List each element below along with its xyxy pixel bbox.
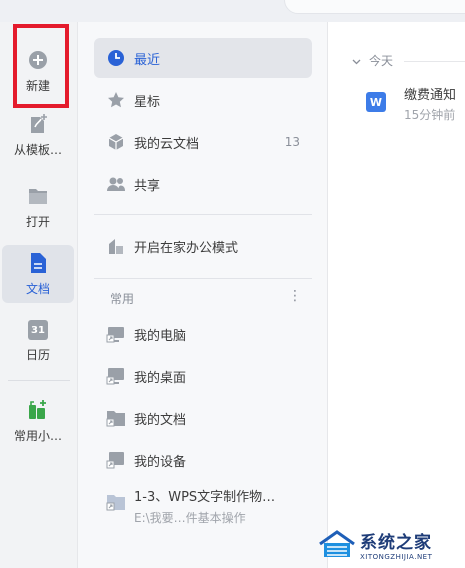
tools-label: 常用小… [13,428,62,443]
file-name: 缴费通知 [404,88,457,103]
nav-item-label: 共享 [134,178,161,194]
section-more-button[interactable]: ⋮ [288,288,302,304]
file-time: 15分钟前 [404,108,456,122]
nav-item-my-computer[interactable]: 我的电脑 [94,314,312,354]
folder-shortcut-icon [106,408,126,428]
calendar-button[interactable]: 31 日历 [2,312,74,370]
calendar-icon: 31 [28,319,48,340]
docs-button[interactable]: 文档 [2,245,74,303]
document-icon [27,252,49,274]
nav-panel: 最近 星标 我的云文档 13 共享 开启在家办公模式 常用 ⋮ 我的电脑 我的桌… [78,22,328,568]
star-icon [106,90,126,110]
docs-label: 文档 [25,281,50,296]
site-watermark-logo: 系统之家 XITONGZHIJIA.NET [318,520,465,568]
template-button[interactable]: 从模板… [2,106,74,164]
nav-item-label: 我的文档 [134,412,187,428]
calendar-label: 日历 [25,347,50,362]
template-label: 从模板… [13,142,62,157]
cloud-docs-count: 13 [284,135,300,149]
nav-item-label: 我的设备 [134,454,187,470]
watermark-house-icon [319,530,355,557]
computer-shortcut-icon [106,324,126,344]
tools-icon [27,399,49,421]
nav-item-starred[interactable]: 星标 [94,80,312,120]
nav-divider [94,278,312,279]
template-icon [27,113,49,135]
open-button[interactable]: 打开 [2,178,74,236]
frequent-section-title: 常用 [110,292,135,306]
watermark-url: XITONGZHIJIA.NET [360,552,433,561]
folder-shortcut-icon [106,492,126,512]
nav-item-label: 我的桌面 [134,370,187,386]
nav-item-recent-folder[interactable]: 1-3、WPS文字制作物… E:\我要…件基本操作 [94,482,312,526]
clock-icon [106,48,126,68]
folder-path: E:\我要…件基本操作 [134,511,246,525]
group-divider [404,61,465,62]
home-office-icon [106,236,126,256]
nav-item-label: 最近 [134,52,161,68]
people-icon [106,174,126,194]
nav-item-home-office-mode[interactable]: 开启在家办公模式 [94,226,312,266]
group-header-today[interactable]: 今天 [352,52,393,69]
chevron-down-icon [352,54,361,68]
nav-item-label: 我的电脑 [134,328,187,344]
nav-item-label: 开启在家办公模式 [134,240,239,256]
cloud-doc-icon [106,132,126,152]
nav-item-my-devices[interactable]: 我的设备 [94,440,312,480]
highlight-annotation-box [13,24,69,108]
nav-divider [94,214,312,215]
file-row[interactable]: W 缴费通知 15分钟前 [366,84,465,124]
nav-item-label: 星标 [134,94,161,110]
open-label: 打开 [25,214,50,229]
nav-item-label: 我的云文档 [134,136,200,152]
search-box[interactable] [284,0,465,14]
file-list-panel: 今天 W 缴费通知 15分钟前 [328,22,465,568]
nav-item-cloud-docs[interactable]: 我的云文档 13 [94,122,312,162]
nav-item-my-documents[interactable]: 我的文档 [94,398,312,438]
sidebar-divider [8,380,70,381]
device-shortcut-icon [106,450,126,470]
nav-item-my-desktop[interactable]: 我的桌面 [94,356,312,396]
folder-icon [27,185,49,207]
tools-button[interactable]: 常用小… [2,392,74,450]
nav-item-shared[interactable]: 共享 [94,164,312,204]
top-bar [0,0,465,22]
word-doc-icon: W [366,92,386,112]
group-label: 今天 [369,54,394,68]
nav-item-label: 1-3、WPS文字制作物… [134,490,276,505]
nav-item-recent[interactable]: 最近 [94,38,312,78]
desktop-shortcut-icon [106,366,126,386]
watermark-title: 系统之家 [360,532,432,553]
